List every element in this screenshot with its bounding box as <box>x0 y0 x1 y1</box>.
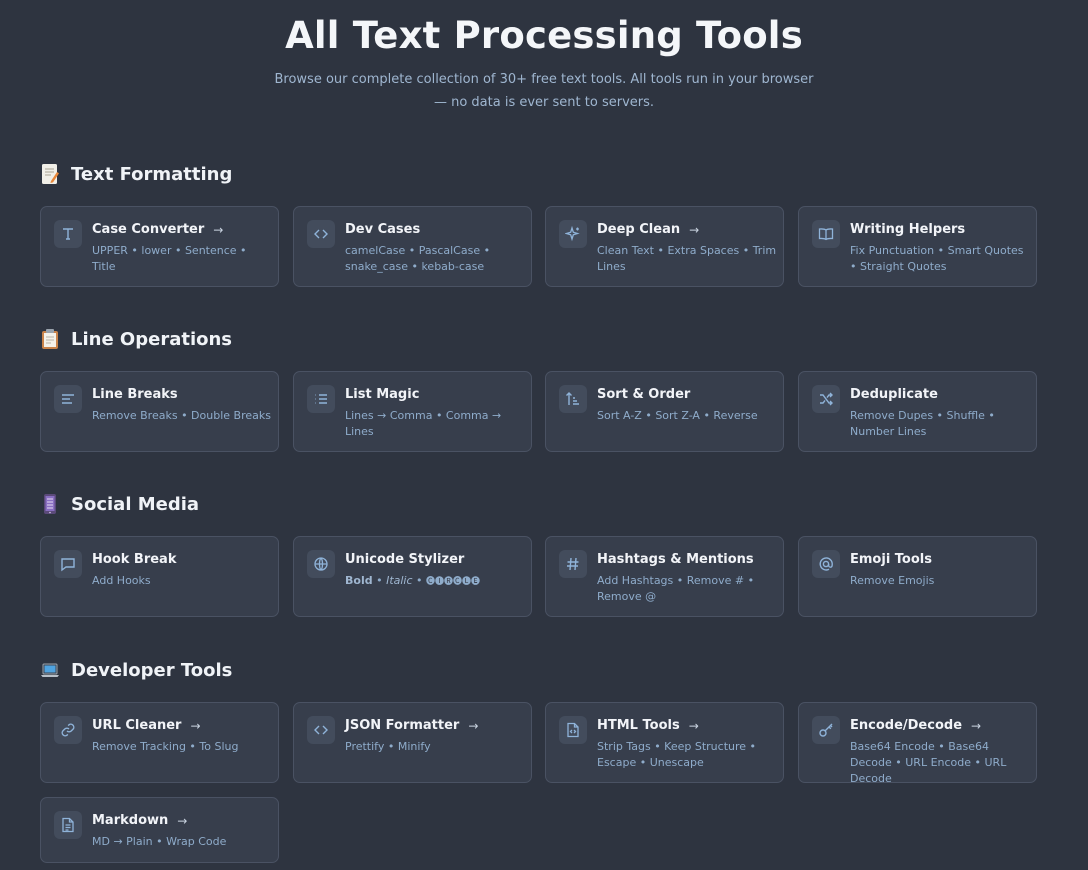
tool-card-line-breaks[interactable]: Line Breaks Remove Breaks • Double Break… <box>40 371 279 452</box>
tool-title: Hook Break <box>92 552 177 567</box>
tool-title: List Magic <box>345 387 420 402</box>
section-title: Developer Tools <box>71 659 233 681</box>
tool-title: Encode/Decode <box>850 718 963 733</box>
clipboard-icon <box>40 328 60 350</box>
tool-card-dev-cases[interactable]: Dev Cases camelCase • PascalCase • snake… <box>293 206 532 287</box>
tool-title: Dev Cases <box>345 222 421 237</box>
phone-icon <box>40 493 60 515</box>
tool-title: JSON Formatter <box>345 718 460 733</box>
tools-page: All Text Processing Tools Browse our com… <box>0 0 1088 870</box>
italic-sample: Italic <box>386 574 413 587</box>
tool-description: camelCase • PascalCase • snake_case • ke… <box>345 244 491 273</box>
tool-card-unicode-stylizer[interactable]: Unicode Stylizer Bold • Italic • 🅒🅘🅡🅒🅛🅔 <box>293 536 532 617</box>
tool-card-html-tools[interactable]: HTML Tools → Strip Tags • Keep Structure … <box>545 702 784 783</box>
book-icon <box>812 220 840 248</box>
tool-title: Unicode Stylizer <box>345 552 465 567</box>
hero: All Text Processing Tools Browse our com… <box>0 0 1088 114</box>
tool-description: Strip Tags • Keep Structure • Escape • U… <box>597 740 757 769</box>
tool-description: Remove Dupes • Shuffle • Number Lines <box>850 409 995 438</box>
tool-title: Line Breaks <box>92 387 178 402</box>
code-icon <box>307 220 335 248</box>
list-icon <box>307 385 335 413</box>
tool-card-hook-break[interactable]: Hook Break Add Hooks <box>40 536 279 617</box>
section-title: Text Formatting <box>71 163 233 185</box>
page-subtitle: Browse our complete collection of 30+ fr… <box>274 72 814 110</box>
tool-title: Hashtags & Mentions <box>597 552 754 567</box>
key-icon <box>812 716 840 744</box>
tool-card-writing-helpers[interactable]: Writing Helpers Fix Punctuation • Smart … <box>798 206 1037 287</box>
tool-description: Lines → Comma • Comma → Lines <box>345 409 502 438</box>
tool-title: URL Cleaner <box>92 718 182 733</box>
tool-description: Prettify • Minify <box>345 740 431 753</box>
at-icon <box>812 550 840 578</box>
tool-description: Bold • Italic • 🅒🅘🅡🅒🅛🅔 <box>345 574 481 587</box>
message-icon <box>54 550 82 578</box>
tool-card-case-converter[interactable]: Case Converter → UPPER • lower • Sentence… <box>40 206 279 287</box>
tool-card-json-formatter[interactable]: JSON Formatter → Prettify • Minify <box>293 702 532 783</box>
arrow-right-icon: → <box>177 813 188 828</box>
tool-card-markdown[interactable]: Markdown → MD → Plain • Wrap Code <box>40 797 279 863</box>
tool-title: Deduplicate <box>850 387 938 402</box>
tool-title: Writing Helpers <box>850 222 966 237</box>
tool-card-hashtags-mentions[interactable]: Hashtags & Mentions Add Hashtags • Remov… <box>545 536 784 617</box>
tool-card-encode-decode[interactable]: Encode/Decode → Base64 Encode • Base64 De… <box>798 702 1037 785</box>
link-icon <box>54 716 82 744</box>
file-text-icon <box>54 811 82 839</box>
tool-description: MD → Plain • Wrap Code <box>92 835 227 848</box>
tool-title: Markdown <box>92 813 169 828</box>
tool-description: Remove Tracking • To Slug <box>92 740 239 753</box>
tool-description: Sort A-Z • Sort Z-A • Reverse <box>597 409 758 422</box>
arrow-right-icon: → <box>688 718 699 733</box>
tool-card-deduplicate[interactable]: Deduplicate Remove Dupes • Shuffle • Num… <box>798 371 1037 452</box>
memo-icon <box>40 163 60 185</box>
tool-description: UPPER • lower • Sentence • Title <box>92 244 247 273</box>
tool-description: Base64 Encode • Base64 Decode • URL Enco… <box>850 740 1007 785</box>
hash-icon <box>559 550 587 578</box>
tool-title: Emoji Tools <box>850 552 932 567</box>
text-icon <box>54 220 82 248</box>
section-developer-tools: Developer Tools URL Cleaner → Remove Trac… <box>40 658 1040 870</box>
tool-description: Remove Emojis <box>850 574 935 587</box>
code-icon <box>307 716 335 744</box>
shuffle-icon <box>812 385 840 413</box>
globe-icon <box>307 550 335 578</box>
section-title: Line Operations <box>71 328 233 350</box>
arrow-right-icon: → <box>689 222 700 237</box>
arrow-right-icon: → <box>190 718 201 733</box>
arrow-right-icon: → <box>468 718 479 733</box>
tool-description: Add Hashtags • Remove # • Remove @ <box>597 574 755 603</box>
tool-card-sort-order[interactable]: Sort & Order Sort A-Z • Sort Z-A • Rever… <box>545 371 784 452</box>
sort-icon <box>559 385 587 413</box>
tool-description: Clean Text • Extra Spaces • Trim Lines <box>597 244 777 273</box>
tool-description: Add Hooks <box>92 574 151 587</box>
section-title: Social Media <box>71 493 200 515</box>
file-code-icon <box>559 716 587 744</box>
bold-sample: Bold <box>345 574 373 587</box>
laptop-icon <box>40 659 60 681</box>
tool-card-url-cleaner[interactable]: URL Cleaner → Remove Tracking • To Slug <box>40 702 279 783</box>
align-left-icon <box>54 385 82 413</box>
tool-title: Case Converter <box>92 222 205 237</box>
tool-title: Sort & Order <box>597 387 691 402</box>
sparkle-icon <box>559 220 587 248</box>
tool-card-emoji-tools[interactable]: Emoji Tools Remove Emojis <box>798 536 1037 617</box>
arrow-right-icon: → <box>213 222 224 237</box>
tool-card-deep-clean[interactable]: Deep Clean → Clean Text • Extra Spaces • … <box>545 206 784 287</box>
page-title: All Text Processing Tools <box>285 14 803 57</box>
tool-title: HTML Tools <box>597 718 680 733</box>
circled-sample: 🅒🅘🅡🅒🅛🅔 <box>426 577 481 587</box>
tool-description: Fix Punctuation • Smart Quotes • Straigh… <box>850 244 1024 273</box>
tool-description: Remove Breaks • Double Breaks <box>92 409 271 422</box>
tool-grid: URL Cleaner → Remove Tracking • To Slug J… <box>40 702 1040 870</box>
arrow-right-icon: → <box>971 718 982 733</box>
tool-title: Deep Clean <box>597 222 681 237</box>
tool-card-list-magic[interactable]: List Magic Lines → Comma • Comma → Lines <box>293 371 532 452</box>
